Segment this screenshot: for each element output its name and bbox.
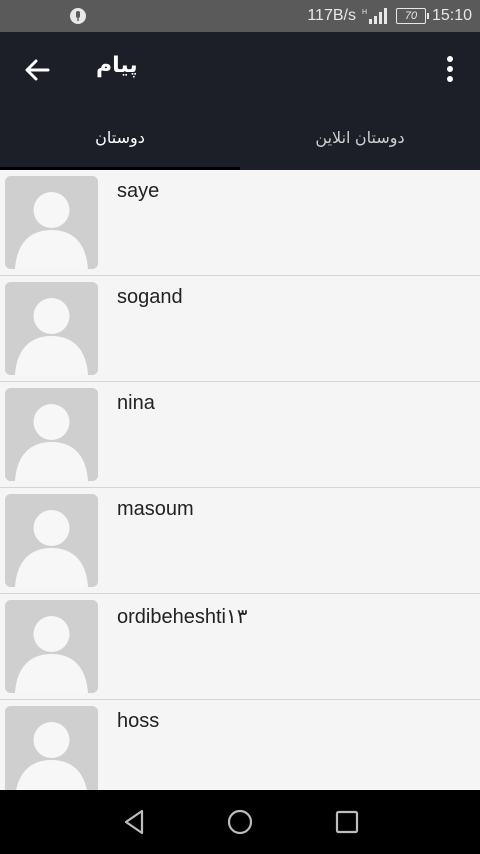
network-speed: 117B/s: [307, 7, 356, 24]
app-bar: پیام: [0, 32, 480, 106]
circle-home-icon: [227, 809, 253, 835]
triangle-back-icon: [124, 809, 144, 835]
nav-recents-button[interactable]: [331, 806, 363, 838]
list-item[interactable]: masoum: [0, 488, 480, 594]
contact-name: sogand: [117, 286, 183, 308]
svg-text:H: H: [362, 9, 367, 16]
default-avatar-icon: [5, 282, 98, 375]
avatar: [5, 494, 98, 587]
nav-home-button[interactable]: [224, 806, 256, 838]
contact-name: nina: [117, 392, 155, 414]
list-item[interactable]: saye: [0, 170, 480, 276]
list-item[interactable]: sogand: [0, 276, 480, 382]
signal-icon: H: [362, 6, 390, 26]
tab-friends[interactable]: دوستان: [0, 106, 240, 170]
battery-icon: 70: [395, 8, 429, 24]
default-avatar-icon: [5, 706, 98, 790]
tab-bar: دوستان دوستان انلاین: [0, 106, 480, 170]
list-item[interactable]: hoss: [0, 700, 480, 790]
default-avatar-icon: [5, 176, 98, 269]
list-item[interactable]: ordibeheshti۱۳: [0, 594, 480, 700]
clock: 15:10: [431, 7, 472, 24]
contact-name: saye: [117, 180, 160, 202]
arrow-left-icon: [25, 59, 50, 81]
nav-back-button[interactable]: [118, 806, 150, 838]
list-item[interactable]: nina: [0, 382, 480, 488]
avatar: [5, 282, 98, 375]
avatar: [5, 176, 98, 269]
contact-list[interactable]: saye sogand nina masoum ordibeheshti۱۳ h…: [0, 170, 480, 790]
avatar: [5, 706, 98, 790]
contact-name: ordibeheshti۱۳: [117, 606, 248, 628]
contact-name: masoum: [117, 498, 194, 520]
avatar: [5, 388, 98, 481]
page-title: پیام: [96, 52, 138, 77]
default-avatar-icon: [5, 600, 98, 693]
microphone-icon: [70, 8, 86, 24]
navigation-bar: [0, 790, 480, 854]
tab-online-friends[interactable]: دوستان انلاین: [240, 106, 480, 170]
more-options-button[interactable]: [436, 54, 464, 84]
back-button[interactable]: [20, 53, 54, 87]
status-bar: 117B/s H 70 15:10: [0, 0, 480, 32]
square-recents-icon: [335, 810, 359, 834]
more-vert-icon: [447, 56, 453, 82]
contact-name: hoss: [117, 710, 160, 732]
default-avatar-icon: [5, 388, 98, 481]
avatar: [5, 600, 98, 693]
default-avatar-icon: [5, 494, 98, 587]
